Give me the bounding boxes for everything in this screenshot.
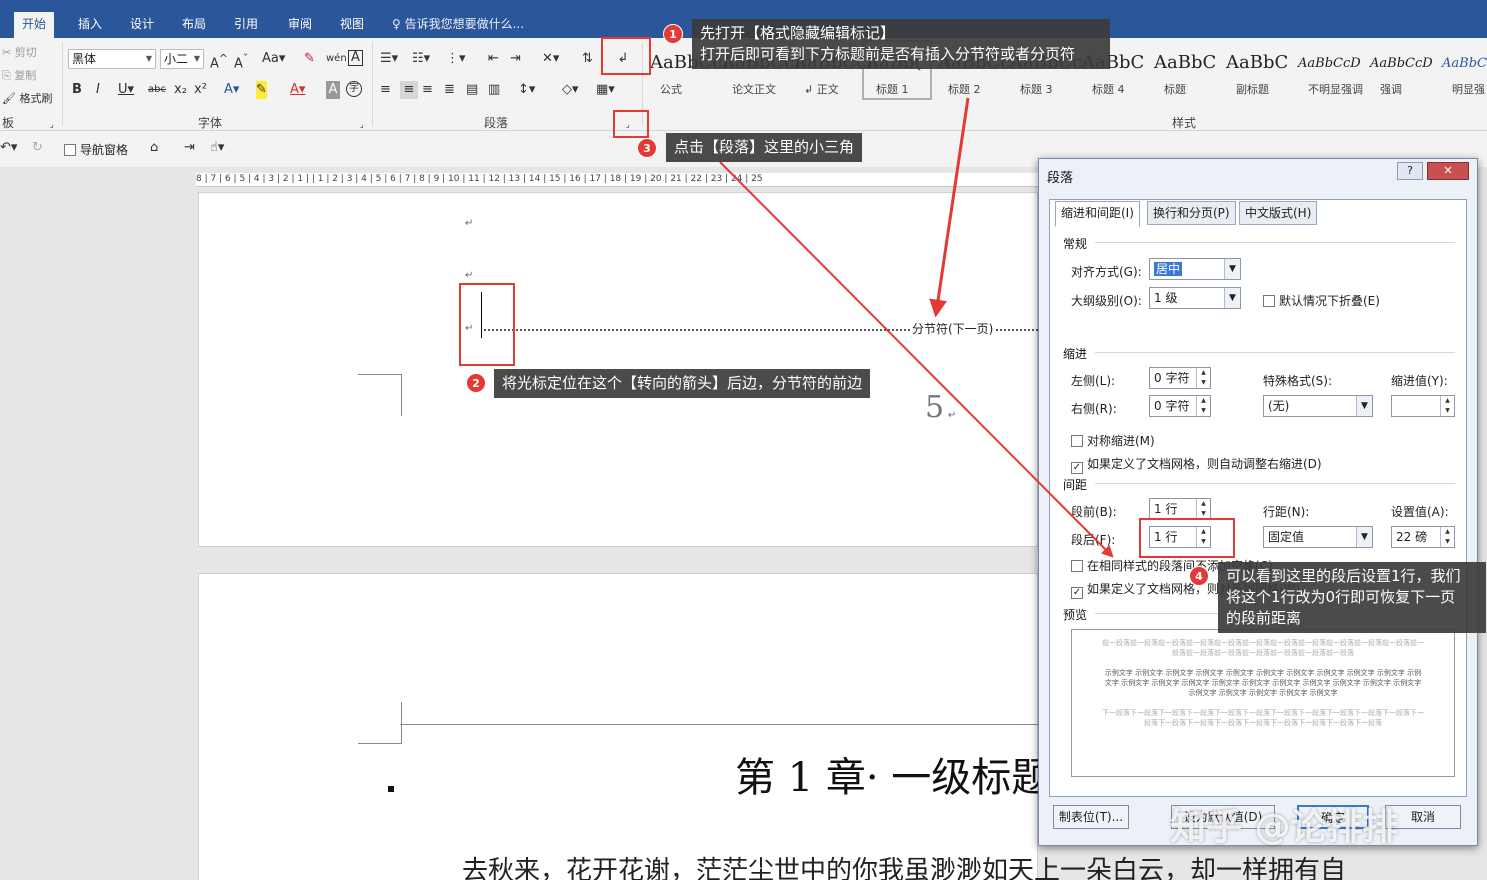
- arrow-to-spacing-after: [719, 161, 1114, 558]
- step4-badge: 4: [1189, 566, 1209, 586]
- step1-callout: 先打开【格式隐藏编辑标记】 打开后即可看到下方标题前是否有插入分节符或者分页符: [692, 19, 1110, 69]
- step3-badge: 3: [637, 138, 657, 158]
- step4-callout: 可以看到这里的段后设置1行，我们 将这个1行改为0行即可恢复下一页 的段前距离: [1218, 562, 1486, 633]
- step2-badge: 2: [466, 373, 486, 393]
- step1-badge: 1: [663, 24, 683, 44]
- annotation-arrows: [719, 97, 1114, 558]
- arrow-to-section-break: [929, 97, 970, 318]
- step3-callout: 点击【段落】这里的小三角: [666, 133, 863, 162]
- watermark: 知乎 @论排排: [1170, 807, 1399, 848]
- step2-callout: 将光标定位在这个【转向的箭头】后边，分节符的前边: [494, 369, 871, 398]
